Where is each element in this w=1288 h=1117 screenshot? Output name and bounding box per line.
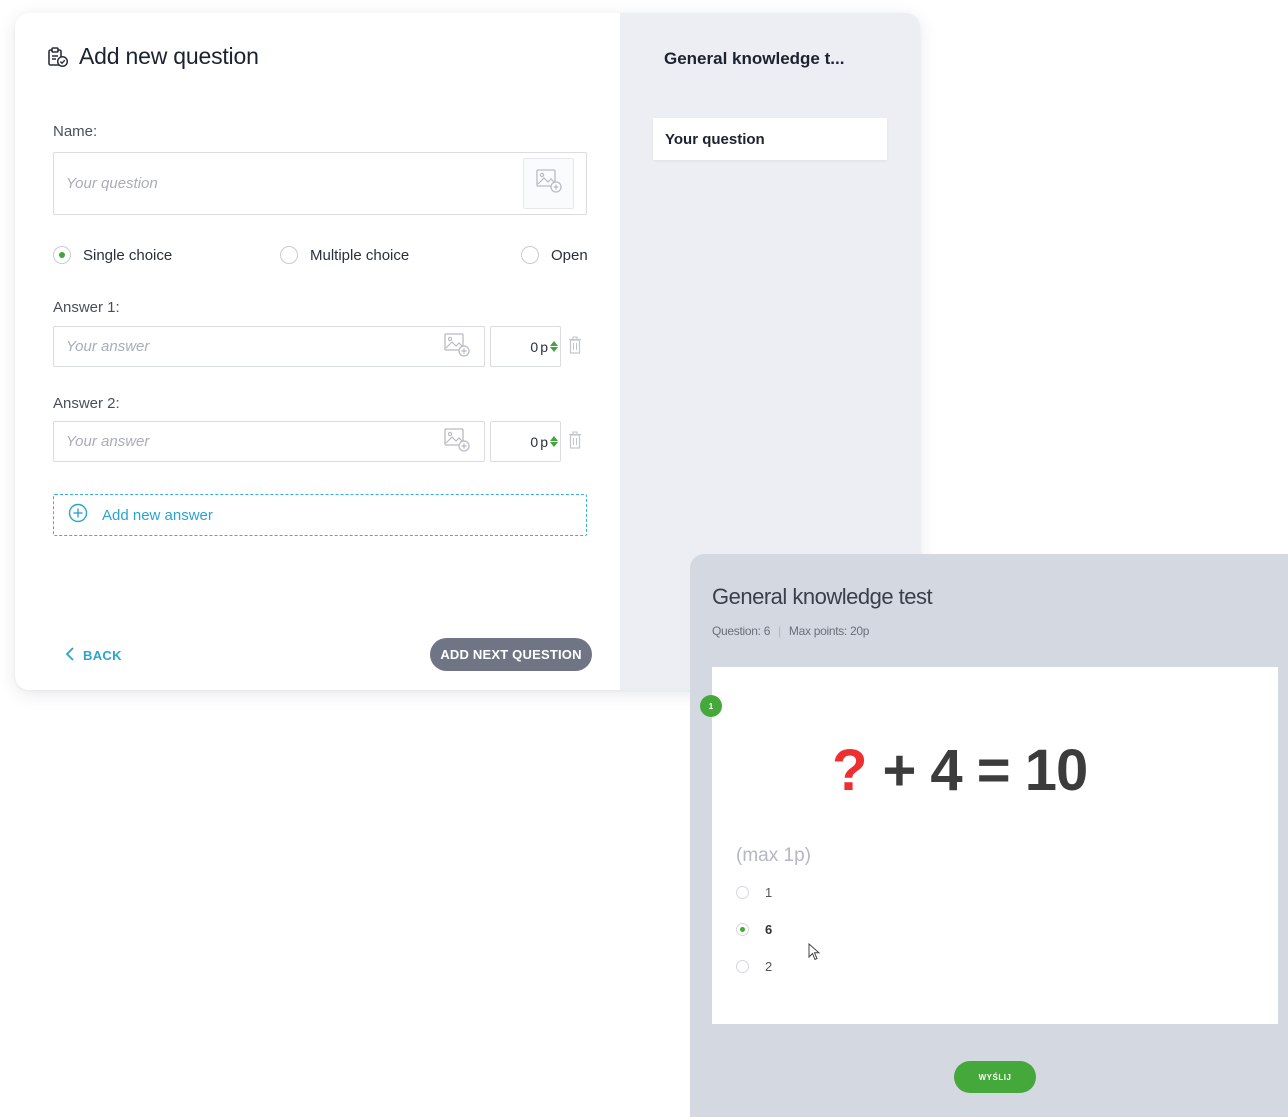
question-image: ? + 4 = 10 — [832, 737, 1088, 804]
points-value: 0 — [530, 338, 539, 355]
answer-option[interactable]: 6 — [736, 922, 772, 937]
send-button[interactable]: WYŚLIJ — [954, 1061, 1036, 1093]
trash-icon[interactable] — [568, 336, 582, 359]
chevron-left-icon — [65, 646, 75, 665]
points-stepper[interactable] — [550, 341, 558, 352]
name-label: Name: — [53, 123, 98, 140]
meta-separator: | — [778, 624, 781, 638]
sidebar-item-question[interactable]: Your question — [653, 118, 887, 160]
preview-meta: Question: 6 | Max points: 20p — [712, 624, 869, 638]
mouse-cursor-icon — [808, 942, 821, 966]
test-preview-card: General knowledge test Question: 6 | Max… — [690, 554, 1288, 1117]
back-button[interactable]: BACK — [65, 646, 122, 665]
multiple-choice-label: Multiple choice — [310, 246, 410, 264]
add-image-icon — [535, 168, 563, 199]
answer-1-input[interactable] — [54, 327, 484, 366]
single-choice-radio[interactable] — [53, 246, 71, 264]
answer-2-label: Answer 2: — [53, 395, 120, 412]
max-points-label: (max 1p) — [736, 845, 811, 866]
add-next-question-button[interactable]: ADD NEXT QUESTION — [430, 638, 592, 671]
question-form: Add new question Name: Your question Sin… — [15, 13, 620, 690]
answer-1-field[interactable] — [53, 326, 485, 367]
add-new-answer-button[interactable]: Add new answer — [53, 494, 587, 536]
type-single-choice[interactable]: Single choice — [53, 246, 172, 264]
open-label: Open — [551, 246, 588, 264]
points-stepper[interactable] — [550, 436, 558, 447]
option-label: 1 — [765, 885, 773, 900]
add-image-icon — [443, 332, 471, 363]
question-input[interactable] — [54, 153, 586, 214]
question-count: Question: 6 — [712, 624, 771, 638]
answer-1-label: Answer 1: — [53, 299, 120, 316]
multiple-choice-radio[interactable] — [280, 246, 298, 264]
option-radio[interactable] — [736, 886, 749, 899]
question-number-badge: 1 — [700, 695, 722, 717]
points-unit: p — [540, 338, 548, 355]
question-name-field[interactable] — [53, 152, 587, 215]
preview-test-title: General knowledge test — [712, 584, 933, 609]
answer-option[interactable]: 2 — [736, 959, 772, 974]
add-image-icon — [443, 427, 471, 458]
single-choice-label: Single choice — [83, 246, 173, 264]
plus-circle-icon — [68, 503, 88, 527]
equation-text: + 4 = 10 — [882, 738, 1088, 803]
answer-1-points[interactable]: 0 p — [490, 326, 561, 367]
sidebar-test-title: General knowledge t... — [664, 49, 845, 68]
option-radio[interactable] — [736, 923, 749, 936]
add-new-answer-label: Add new answer — [102, 506, 213, 524]
add-question-image-button[interactable] — [523, 158, 574, 209]
add-answer-2-image-button[interactable] — [442, 427, 472, 458]
editor-header: Add new question — [47, 43, 259, 70]
answer-2-input[interactable] — [54, 422, 484, 461]
back-label: BACK — [83, 648, 122, 663]
trash-icon[interactable] — [568, 431, 582, 454]
open-radio[interactable] — [521, 246, 539, 264]
option-label: 6 — [765, 922, 773, 937]
type-open[interactable]: Open — [521, 246, 588, 264]
add-answer-1-image-button[interactable] — [442, 332, 472, 363]
option-label: 2 — [765, 959, 773, 974]
answer-option[interactable]: 1 — [736, 885, 772, 900]
equation-unknown: ? — [832, 738, 867, 803]
answer-2-points[interactable]: 0 p — [490, 421, 561, 462]
answer-2-field[interactable] — [53, 421, 485, 462]
type-multiple-choice[interactable]: Multiple choice — [280, 246, 409, 264]
question-panel: ? + 4 = 10 (max 1p) 1 6 2 — [712, 667, 1278, 1024]
points-unit: p — [540, 433, 548, 450]
max-points: Max points: 20p — [788, 624, 870, 638]
points-value: 0 — [530, 433, 539, 450]
page-title: Add new question — [79, 43, 259, 69]
option-radio[interactable] — [736, 960, 749, 973]
clipboard-check-icon — [47, 46, 69, 68]
